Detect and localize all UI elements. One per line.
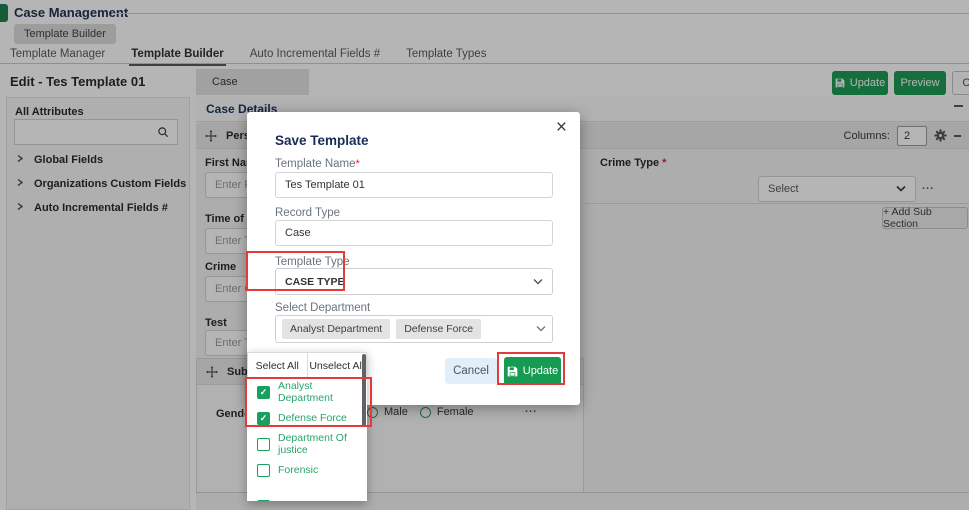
department-chip: Defense Force bbox=[396, 319, 482, 339]
required-asterisk: * bbox=[355, 158, 360, 170]
record-type-input[interactable] bbox=[275, 220, 553, 246]
list-item-label: Forensic bbox=[278, 464, 319, 476]
list-item-partial[interactable] bbox=[247, 493, 367, 501]
modal-cancel-button[interactable]: Cancel bbox=[445, 358, 497, 384]
checkbox-unchecked-icon[interactable] bbox=[257, 437, 270, 451]
annotation-update-button bbox=[497, 352, 565, 385]
checkbox-unchecked-icon[interactable] bbox=[257, 499, 270, 501]
unselect-all-button[interactable]: Unselect All bbox=[307, 352, 367, 379]
template-name-label: Template Name* bbox=[275, 158, 360, 170]
annotation-selected-departments bbox=[245, 377, 372, 427]
select-department-multiselect[interactable]: Analyst Department Defense Force bbox=[275, 315, 553, 343]
list-item-label: Department Of justice bbox=[278, 432, 347, 456]
select-department-label: Select Department bbox=[275, 302, 371, 314]
checkbox-unchecked-icon[interactable] bbox=[257, 463, 270, 477]
record-type-label: Record Type bbox=[275, 207, 340, 219]
chevron-down-icon bbox=[533, 276, 543, 288]
chevron-down-icon bbox=[536, 323, 546, 335]
department-chip: Analyst Department bbox=[282, 319, 391, 339]
template-name-label-text: Template Name bbox=[275, 158, 356, 170]
list-item-forensic[interactable]: Forensic bbox=[247, 457, 367, 483]
close-icon[interactable]: × bbox=[556, 118, 567, 137]
modal-title: Save Template bbox=[275, 133, 369, 148]
dropdown-header: Select All Unselect All bbox=[247, 352, 367, 379]
select-all-button[interactable]: Select All bbox=[247, 352, 308, 379]
annotation-template-type bbox=[246, 251, 345, 291]
list-item-department-of-justice[interactable]: Department Of justice bbox=[247, 431, 367, 457]
template-name-input[interactable] bbox=[275, 172, 553, 198]
